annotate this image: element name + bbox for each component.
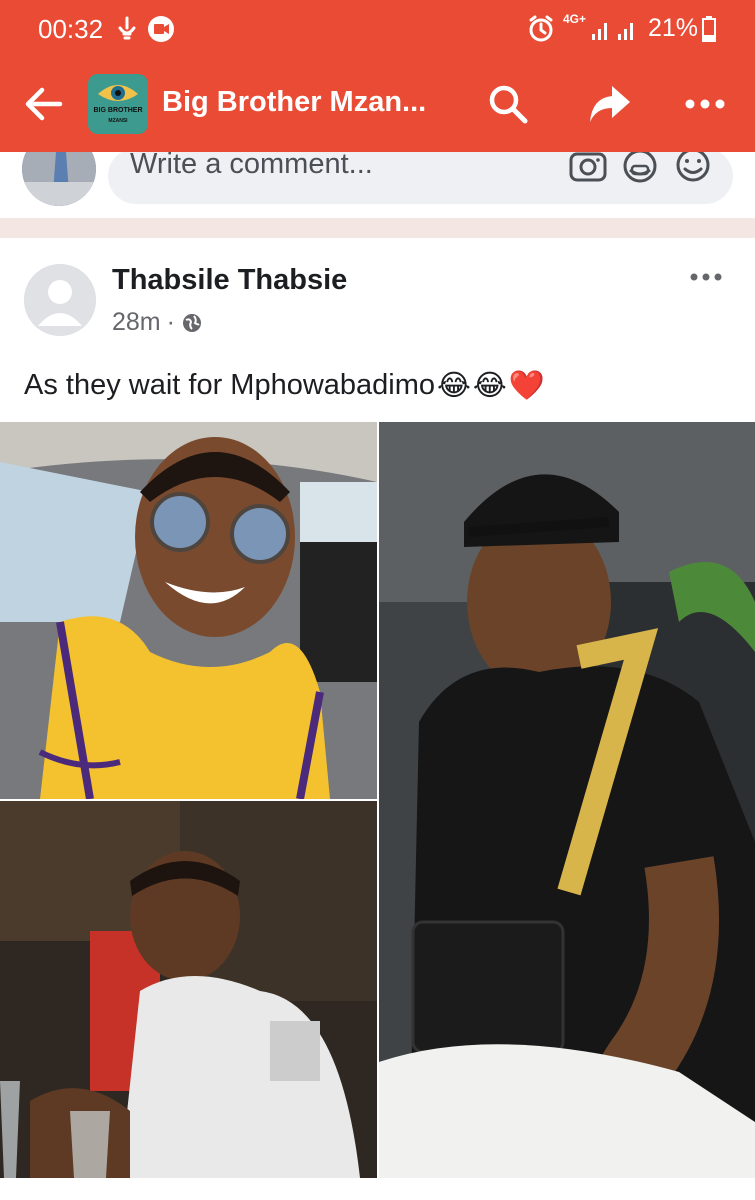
avatar-photo bbox=[22, 152, 96, 206]
post-photo-bottom-left[interactable] bbox=[0, 801, 377, 1178]
comment-placeholder: Write a comment... bbox=[130, 152, 373, 180]
red-heart-emoji: ❤️ bbox=[508, 369, 545, 402]
post-options-button[interactable] bbox=[686, 262, 726, 292]
network-type: 4G+ bbox=[563, 12, 587, 26]
battery-percent: 21% bbox=[648, 14, 699, 42]
status-time: 00:32 bbox=[38, 14, 104, 44]
search-button[interactable] bbox=[484, 80, 532, 128]
share-arrow-icon bbox=[590, 86, 630, 122]
feed-bottom bbox=[0, 1178, 755, 1200]
gif-sticker-icon[interactable] bbox=[620, 152, 660, 193]
status-bar: 00:32 4G+ 21% bbox=[0, 0, 755, 60]
man-at-restaurant-image bbox=[0, 801, 377, 1178]
default-profile-icon bbox=[24, 264, 96, 336]
selfie-in-car-image bbox=[0, 422, 377, 799]
alarm-icon bbox=[528, 14, 554, 49]
video-recorder-icon bbox=[146, 14, 176, 49]
battery-icon bbox=[702, 14, 716, 49]
user-avatar[interactable] bbox=[22, 152, 96, 206]
page-logo-text: BIG BROTHER bbox=[93, 107, 143, 114]
laughing-emoji: 😂 bbox=[437, 370, 471, 402]
emoji-icon[interactable] bbox=[674, 152, 712, 191]
share-button[interactable] bbox=[584, 80, 634, 128]
more-dots-icon bbox=[685, 99, 725, 109]
more-dots-icon bbox=[690, 273, 722, 281]
meta-dot: · bbox=[166, 308, 175, 336]
post-photo-top-left[interactable] bbox=[0, 422, 377, 799]
man-with-crossbody-bag-image bbox=[379, 422, 755, 1178]
feed-separator bbox=[0, 218, 755, 238]
arrow-left-icon bbox=[25, 87, 63, 121]
post-author[interactable]: Thabsile Thabsie bbox=[112, 264, 347, 297]
comment-input[interactable]: Write a comment... bbox=[108, 152, 733, 204]
back-button[interactable] bbox=[20, 80, 68, 128]
page-avatar[interactable]: BIG BROTHER MZANSI bbox=[88, 74, 148, 134]
big-brother-logo-icon bbox=[88, 74, 148, 134]
more-options-button[interactable] bbox=[680, 80, 730, 128]
author-avatar[interactable] bbox=[24, 264, 96, 336]
notification-icon bbox=[116, 14, 138, 49]
post-caption: As they wait for Mphowabadimo 😂 😂 ❤️ bbox=[24, 368, 545, 403]
post-photo-right[interactable] bbox=[379, 422, 755, 1178]
top-header: 00:32 4G+ 21% BIG BROTHER MZANSI Big Bro… bbox=[0, 0, 755, 152]
app-bar: BIG BROTHER MZANSI Big Brother Mzan... bbox=[0, 62, 755, 150]
page-title[interactable]: Big Brother Mzan... bbox=[162, 86, 426, 119]
caption-text: As they wait for Mphowabadimo bbox=[24, 369, 436, 401]
signal-icon bbox=[590, 14, 642, 49]
laughing-emoji: 😂 bbox=[472, 370, 507, 402]
comment-composer: Write a comment... bbox=[0, 152, 755, 218]
search-icon bbox=[489, 85, 528, 124]
post-time[interactable]: 28m bbox=[112, 308, 161, 337]
page-logo-subtext: MZANSI bbox=[108, 118, 128, 124]
post-meta: 28m · bbox=[112, 308, 203, 337]
globe-icon bbox=[182, 313, 201, 332]
camera-icon[interactable] bbox=[568, 152, 608, 189]
